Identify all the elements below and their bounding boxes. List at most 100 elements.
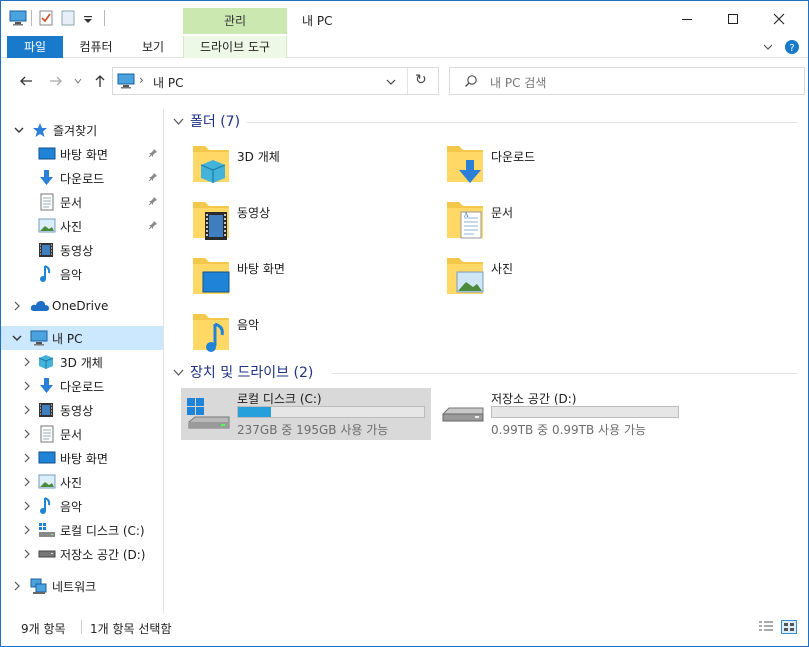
drive-space-info: 237GB 중 195GB 사용 가능 [237,423,389,437]
maximize-button[interactable] [710,1,756,36]
up-button[interactable] [89,70,111,92]
chevron-right-icon[interactable] [21,404,33,416]
minimize-button[interactable] [664,1,710,36]
group-header-folders[interactable]: 폴더 (7) [173,110,240,132]
desktop-icon [38,147,56,163]
ribbon-tabs: 파일 컴퓨터 보기 드라이브 도구 ? [1,36,808,58]
folder-videos-icon [191,198,231,242]
nav-this-pc[interactable]: 내 PC [1,326,163,350]
title-bar: 관리 내 PC [1,1,808,36]
drive-usage-fill [238,407,272,417]
nav-pc-downloads[interactable]: 다운로드 [1,374,163,398]
chevron-right-icon[interactable] [21,476,33,488]
nav-network[interactable]: 네트워크 [1,574,163,598]
computer-icon[interactable] [9,10,27,26]
tab-file[interactable]: 파일 [7,36,63,58]
status-bar: 9개 항목 1개 항목 선택함 [1,614,808,640]
nav-quick-downloads[interactable]: 다운로드 [1,166,163,190]
nav-quick-videos[interactable]: 동영상 [1,238,163,262]
chevron-down-icon[interactable] [11,332,23,344]
search-box[interactable]: 내 PC 검색 [449,67,805,95]
new-folder-icon[interactable] [60,10,76,26]
chevron-right-icon[interactable] [21,428,33,440]
folder-3d-objects-icon [191,142,231,186]
expand-ribbon-icon[interactable] [762,41,774,56]
nav-pc-3d-objects[interactable]: 3D 개체 [1,350,163,374]
drive-icon [38,548,56,564]
search-icon [464,74,478,91]
group-header-drives[interactable]: 장치 및 드라이브 (2) [173,361,313,383]
tab-view[interactable]: 보기 [129,36,177,58]
pin-icon[interactable] [148,220,158,233]
chevron-right-icon[interactable] [21,356,33,368]
nav-pc-pictures[interactable]: 사진 [1,470,163,494]
nav-pc-videos[interactable]: 동영상 [1,398,163,422]
nav-quick-access[interactable]: 즐겨찾기 [1,118,163,142]
folder-label: 동영상 [237,206,271,220]
picture-icon [38,474,56,490]
recent-locations-button[interactable] [67,70,89,92]
folder-tile-desktop[interactable]: 바탕 화면 [191,254,431,304]
context-tab-manage: 관리 [183,8,287,34]
pin-icon[interactable] [148,172,158,185]
refresh-icon[interactable]: ↻ [415,72,427,88]
breadcrumb-location[interactable]: 내 PC [153,74,183,91]
folder-tile-music[interactable]: 음악 [191,310,431,360]
nav-quick-documents[interactable]: 문서 [1,190,163,214]
drive-tile-c[interactable]: 로컬 디스크 (C:) 237GB 중 195GB 사용 가능 [181,388,431,440]
folder-tile-documents[interactable]: A 문서 [445,198,685,248]
details-view-icon[interactable] [758,620,773,632]
pin-icon[interactable] [148,148,158,161]
drive-name: 저장소 공간 (D:) [491,392,577,406]
drive-tile-d[interactable]: 저장소 공간 (D:) 0.99TB 중 0.99TB 사용 가능 [435,388,685,440]
download-arrow-icon [38,377,56,393]
explorer-window: 관리 내 PC 파일 컴퓨터 보기 드라이브 도구 ? › 내 PC ↻ 내 P… [0,0,809,647]
breadcrumb-separator[interactable]: › [139,73,144,87]
tab-computer[interactable]: 컴퓨터 [69,36,123,58]
nav-quick-desktop[interactable]: 바탕 화면 [1,142,163,166]
folder-pictures-icon [445,254,485,298]
address-dropdown-icon[interactable] [385,76,397,90]
folder-label: 사진 [491,262,514,276]
navigation-pane: 즐겨찾기 바탕 화면 다운로드 문서 사진 동영상 음악 OneDrive 내 … [1,109,164,614]
properties-icon[interactable] [38,10,54,26]
nav-pc-storage-d[interactable]: 저장소 공간 (D:) [1,542,163,566]
chevron-right-icon[interactable] [11,300,23,312]
nav-quick-pictures[interactable]: 사진 [1,214,163,238]
nav-pc-documents[interactable]: 문서 [1,422,163,446]
chevron-down-icon[interactable] [173,116,184,127]
tab-drive-tools[interactable]: 드라이브 도구 [183,36,287,58]
window-title: 내 PC [302,14,333,28]
chevron-down-icon[interactable] [173,367,184,378]
desktop-icon [38,451,56,467]
folder-tile-downloads[interactable]: 다운로드 [445,142,685,192]
folder-label: 다운로드 [491,150,536,164]
nav-pc-desktop[interactable]: 바탕 화면 [1,446,163,470]
nav-onedrive[interactable]: OneDrive [1,294,163,318]
chevron-right-icon[interactable] [21,452,33,464]
chevron-right-icon[interactable] [21,380,33,392]
content-pane: 폴더 (7) 3D 개체 다운로드 동영상 A 문서 바탕 화면 사진 음악 장… [167,109,807,614]
chevron-right-icon[interactable] [21,524,33,536]
close-button[interactable] [756,1,802,36]
nav-pc-local-disk-c[interactable]: 로컬 디스크 (C:) [1,518,163,542]
chevron-right-icon[interactable] [21,548,33,560]
forward-button[interactable] [45,70,67,92]
customize-qat-icon[interactable] [82,10,98,26]
help-icon[interactable]: ? [784,39,800,58]
nav-pc-music[interactable]: 음악 [1,494,163,518]
chevron-down-icon[interactable] [13,124,25,136]
address-bar[interactable]: › 내 PC ↻ [112,67,439,95]
pin-icon[interactable] [148,196,158,209]
nav-quick-music[interactable]: 음악 [1,262,163,286]
folder-music-icon [191,310,231,354]
large-icons-view-icon[interactable] [781,620,797,634]
music-note-icon [39,497,57,514]
folder-tile-pictures[interactable]: 사진 [445,254,685,304]
back-button[interactable] [15,70,37,92]
folder-tile-videos[interactable]: 동영상 [191,198,431,248]
chevron-right-icon[interactable] [11,580,23,592]
search-placeholder: 내 PC 검색 [490,76,547,90]
chevron-right-icon[interactable] [21,500,33,512]
folder-tile-3d-objects[interactable]: 3D 개체 [191,142,431,192]
